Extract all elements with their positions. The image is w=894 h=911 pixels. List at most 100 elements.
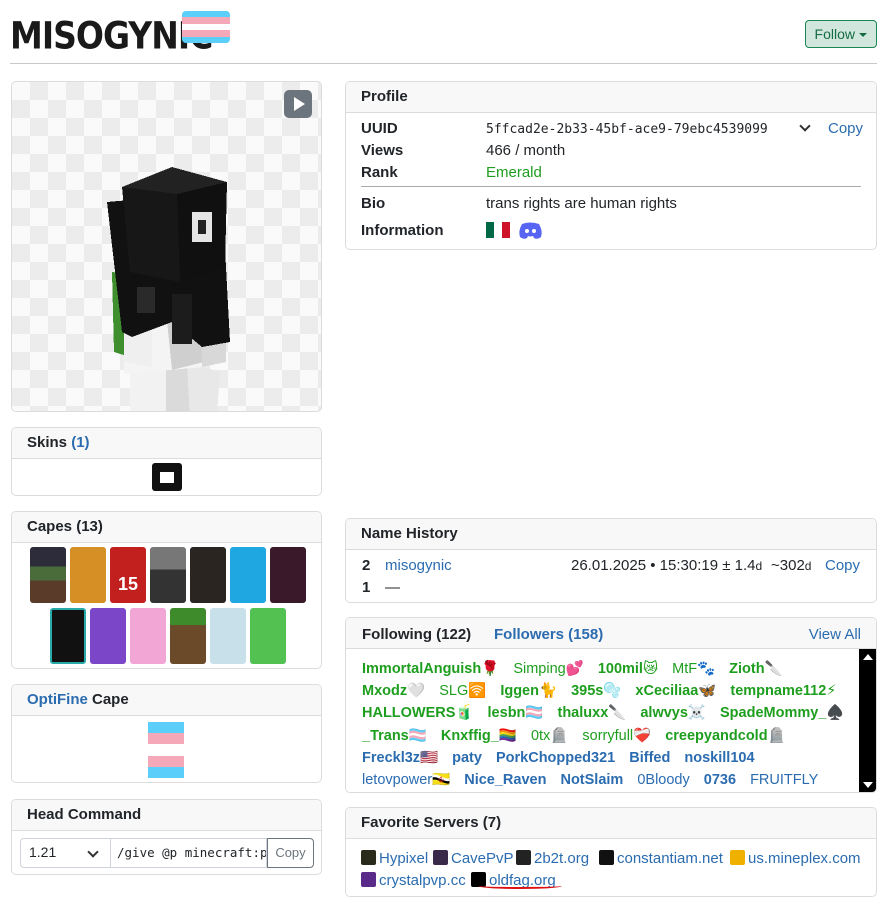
mineplex-icon: [730, 850, 745, 865]
following-user-link[interactable]: SpadeMommy_♠️: [720, 705, 844, 721]
following-user-link[interactable]: Zioth🔪: [729, 661, 782, 677]
following-user-link[interactable]: Simping💕: [513, 661, 583, 677]
following-scrollbar[interactable]: [859, 649, 876, 792]
following-user-link[interactable]: Mxodz🤍: [362, 683, 425, 699]
server-link[interactable]: us.mineplex.com: [730, 850, 861, 867]
cape-grass[interactable]: [170, 608, 206, 664]
following-user-link[interactable]: PorkChopped321: [496, 750, 615, 766]
following-user-link[interactable]: xCeciliaa🦋: [635, 683, 716, 699]
trans-flag-icon: [182, 11, 230, 43]
cape-diamond[interactable]: [230, 547, 266, 603]
name-history-copy-button[interactable]: Copy: [825, 557, 860, 574]
optifine-card: OptiFine Cape: [11, 684, 322, 783]
optifine-header: OptiFine Cape: [12, 685, 321, 716]
tab-followers[interactable]: Followers (158): [494, 626, 603, 643]
skins-header: Skins (1): [12, 428, 321, 459]
chevron-down-icon[interactable]: [799, 120, 811, 132]
name-history-row-number: 2: [362, 557, 371, 574]
following-user-link[interactable]: Iggen🐈: [500, 683, 557, 699]
cape-pumpkin[interactable]: [70, 547, 106, 603]
favorite-servers-header: Favorite Servers (7): [346, 808, 876, 839]
following-user-link[interactable]: paty: [452, 750, 482, 766]
cape-creeper-face[interactable]: [50, 608, 86, 664]
cape-creeper[interactable]: [250, 608, 286, 664]
following-user-link[interactable]: letovpower🇧🇳: [362, 772, 450, 788]
name-history-row-name[interactable]: misogynic: [385, 557, 452, 574]
following-user-link[interactable]: 395s🫧: [571, 683, 621, 699]
following-user-link[interactable]: tempname112⚡: [730, 683, 836, 699]
following-user-link[interactable]: thaluxx🔪: [558, 705, 627, 721]
following-user-link[interactable]: noskill104: [684, 750, 754, 766]
server-link[interactable]: Hypixel: [361, 850, 428, 867]
following-user-link[interactable]: SLG🛜: [439, 683, 486, 699]
following-card: Following (122) Followers (158) View All…: [345, 617, 877, 793]
red-underline-annotation: [478, 883, 562, 889]
page-header: MISOGYNIC Follow: [10, 8, 877, 64]
server-link[interactable]: 2b2t.org: [516, 850, 589, 867]
following-user-link[interactable]: 0736: [704, 772, 736, 788]
following-user-link[interactable]: Nice_Raven: [464, 772, 546, 788]
caret-down-icon: [859, 33, 867, 38]
following-user-link[interactable]: Biffed: [629, 750, 670, 766]
cape-15th[interactable]: 15: [110, 547, 146, 603]
following-user-link[interactable]: Knxffig_🏳️‍🌈: [441, 728, 517, 744]
head-command-input[interactable]: /give @p minecraft:player_head[profile={…: [110, 838, 267, 868]
skin-thumbnail[interactable]: [152, 463, 182, 491]
version-select[interactable]: 1.21: [20, 838, 111, 868]
following-user-link[interactable]: ImmortalAnguish🌹: [362, 661, 499, 677]
cape-gold[interactable]: [210, 608, 246, 664]
constantiam-icon: [599, 850, 614, 865]
arrow-up-icon[interactable]: [863, 654, 873, 660]
following-user-link[interactable]: FRUITFLY: [750, 772, 818, 788]
tab-following[interactable]: Following (122): [362, 626, 471, 643]
following-user-link[interactable]: _Trans🏳️‍⚧️: [362, 728, 427, 744]
uuid-label: UUID: [361, 120, 398, 137]
profile-card: Profile UUID 5ffcad2e-2b33-45bf-ace9-79e…: [345, 81, 877, 250]
arrow-down-icon[interactable]: [863, 782, 873, 788]
rank-label: Rank: [361, 164, 398, 181]
server-link[interactable]: CavePvP: [433, 850, 514, 867]
cape-purple[interactable]: [270, 547, 306, 603]
cape-heart[interactable]: [90, 608, 126, 664]
name-history-header: Name History: [346, 519, 876, 550]
following-list: ImmortalAnguish🌹 Simping💕 100mil😿 MtF🐾 Z…: [362, 658, 856, 788]
name-history-card: Name History 2 misogynic 26.01.2025 • 15…: [345, 518, 877, 603]
optifine-cape-image: [148, 722, 184, 778]
following-user-link[interactable]: NotSlaim: [560, 772, 623, 788]
server-link[interactable]: crystalpvp.cc: [361, 872, 466, 889]
following-user-link[interactable]: HALLOWERS🧃: [362, 705, 474, 721]
copy-uuid-button[interactable]: Copy: [828, 120, 863, 137]
following-user-link[interactable]: alwvys☠️: [640, 705, 706, 721]
following-user-link[interactable]: lesbn🏳️‍⚧️: [488, 705, 544, 721]
bio-value: trans rights are human rights: [486, 195, 677, 212]
server-link[interactable]: constantiam.net: [599, 850, 723, 867]
optifine-link[interactable]: OptiFine: [27, 691, 88, 708]
copy-command-button[interactable]: Copy: [267, 838, 314, 868]
bio-label: Bio: [361, 195, 386, 212]
cape-pink[interactable]: [130, 608, 166, 664]
skin-viewer[interactable]: [11, 81, 322, 412]
name-history-row-number: 1: [362, 579, 371, 596]
view-all-link[interactable]: View All: [809, 626, 861, 643]
chevron-down-icon: [87, 846, 99, 858]
hypixel-icon: [361, 850, 376, 865]
following-user-link[interactable]: Freckl3z🇺🇸: [362, 750, 438, 766]
skin-render: [107, 167, 230, 411]
following-user-link[interactable]: sorryfull❤️‍🩹: [582, 728, 651, 744]
following-user-link[interactable]: 100mil😿: [598, 661, 658, 677]
uuid-value: 5ffcad2e-2b33-45bf-ace9-79ebc4539099: [486, 122, 768, 137]
following-user-link[interactable]: 0Bloody: [637, 772, 689, 788]
follow-button[interactable]: Follow: [804, 20, 877, 48]
cape-villager[interactable]: [30, 547, 66, 603]
views-value: 466 / month: [486, 142, 566, 159]
cape-stone[interactable]: [150, 547, 186, 603]
crystalpvp-icon: [361, 872, 376, 887]
name-history-row-ago: ~302d: [771, 557, 812, 574]
following-user-link[interactable]: creepyandcold🪦: [665, 728, 785, 744]
cape-dark[interactable]: [190, 547, 226, 603]
following-user-link[interactable]: MtF🐾: [672, 661, 715, 677]
mexico-flag-icon: [486, 222, 510, 238]
discord-icon[interactable]: [518, 221, 543, 240]
rank-value: Emerald: [486, 164, 542, 181]
following-user-link[interactable]: 0tx🪦: [531, 728, 568, 744]
